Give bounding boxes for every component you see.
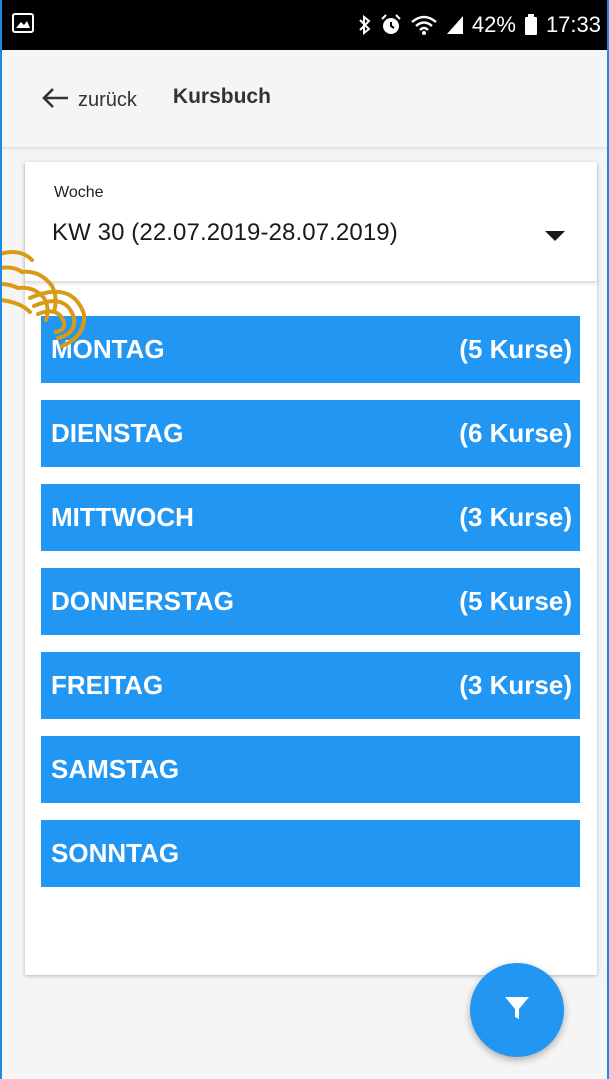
day-course-count: (6 Kurse) (459, 418, 572, 448)
signal-icon (446, 15, 464, 35)
day-row-donnerstag[interactable]: DONNERSTAG (5 Kurse) (41, 568, 580, 635)
back-label: zurück (78, 89, 137, 111)
status-bar: 42% 17:33 (0, 0, 609, 50)
battery-percent: 42% (471, 12, 516, 37)
day-name: FREITAG (51, 670, 164, 700)
image-icon (12, 12, 34, 38)
course-card: Woche KW 30 (22.07.2019-28.07.2019) MONT… (25, 162, 597, 975)
day-row-freitag[interactable]: FREITAG (3 Kurse) (41, 652, 580, 719)
day-name: SONNTAG (51, 838, 180, 868)
alarm-icon (380, 14, 402, 36)
day-row-mittwoch[interactable]: MITTWOCH (3 Kurse) (41, 484, 580, 551)
day-row-montag[interactable]: MONTAG (5 Kurse) (41, 316, 580, 383)
day-course-count: (3 Kurse) (459, 502, 572, 532)
bluetooth-icon (358, 14, 372, 36)
day-list: MONTAG (5 Kurse) DIENSTAG (6 Kurse) MITT… (41, 316, 580, 904)
day-course-count: (5 Kurse) (459, 586, 572, 616)
day-row-dienstag[interactable]: DIENSTAG (6 Kurse) (41, 400, 580, 467)
clock: 17:33 (545, 12, 601, 37)
caret-down-icon (545, 228, 565, 246)
battery-icon (524, 14, 538, 36)
day-course-count: (3 Kurse) (459, 670, 572, 700)
day-name: DIENSTAG (51, 418, 184, 448)
arrow-left-icon (42, 87, 70, 114)
tap-gesture-icon (0, 240, 95, 365)
day-row-samstag[interactable]: SAMSTAG (41, 736, 580, 803)
week-select[interactable]: Woche KW 30 (22.07.2019-28.07.2019) (25, 162, 597, 282)
wifi-icon (410, 14, 438, 36)
week-value: KW 30 (22.07.2019-28.07.2019) (52, 219, 398, 246)
page-title: Kursbuch (172, 84, 271, 108)
day-name: MITTWOCH (51, 502, 194, 532)
back-button[interactable]: zurück (42, 87, 137, 114)
day-name: DONNERSTAG (51, 586, 234, 616)
day-course-count: (5 Kurse) (459, 334, 572, 364)
filter-icon (504, 995, 530, 1026)
day-row-sonntag[interactable]: SONNTAG (41, 820, 580, 887)
app-bar: zurück Kursbuch (0, 50, 609, 148)
day-name: SAMSTAG (51, 754, 180, 784)
filter-button[interactable] (470, 963, 564, 1057)
week-label: Woche (54, 184, 104, 201)
